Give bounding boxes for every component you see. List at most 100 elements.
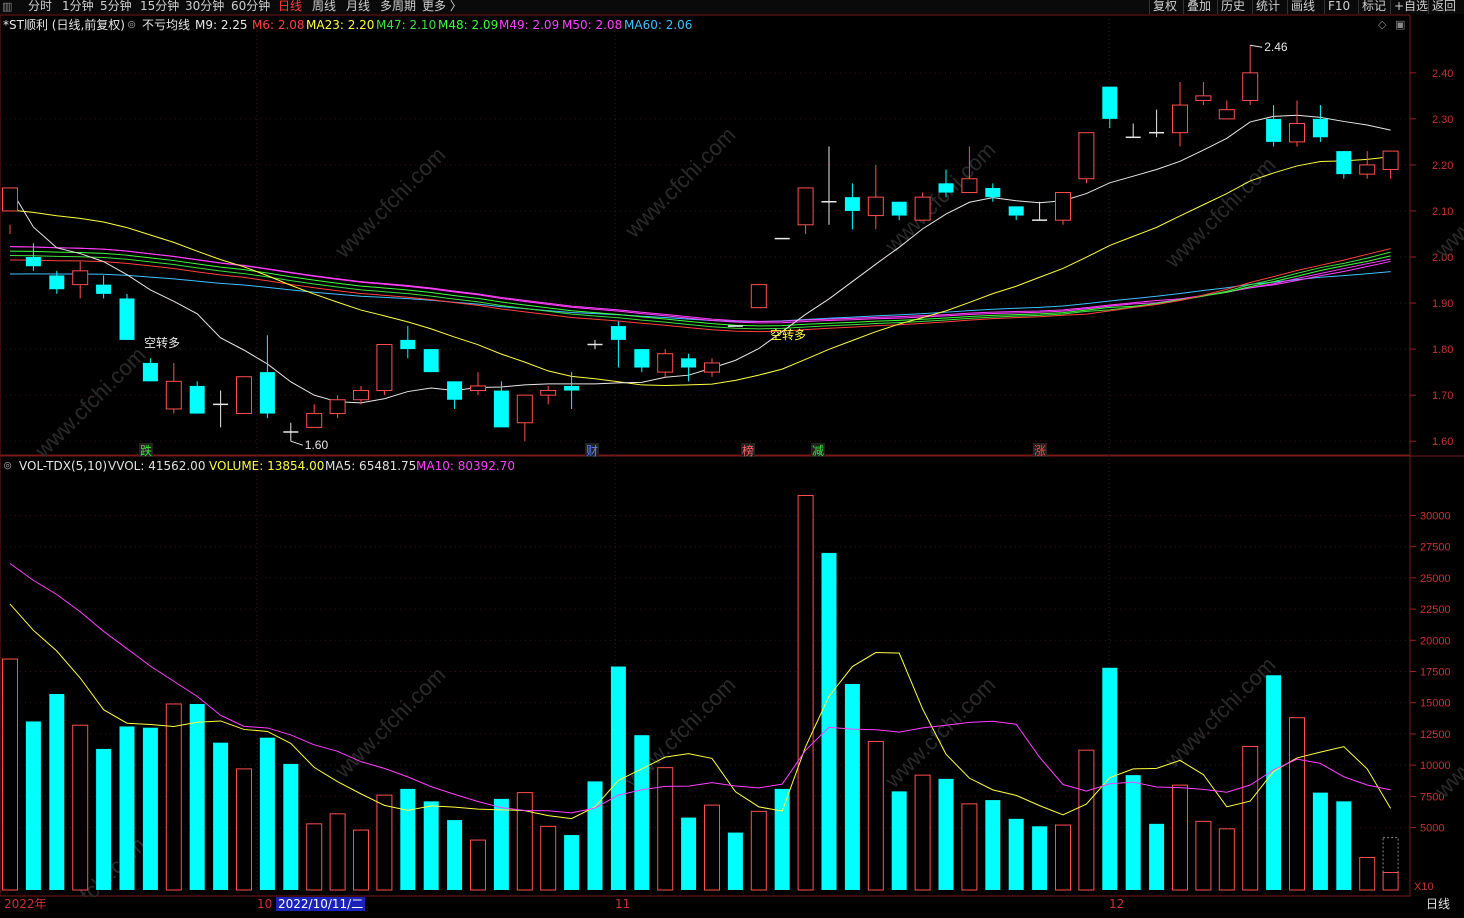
volume-bar-up xyxy=(540,825,557,891)
candle-up xyxy=(470,385,486,392)
volume-bar-up xyxy=(1195,820,1212,891)
volume-bar-down xyxy=(1008,818,1024,890)
volume-bar-down xyxy=(493,798,509,890)
candle-up xyxy=(797,187,814,226)
volume-bar-up xyxy=(704,804,720,891)
price-tick-label: 2.20 xyxy=(1432,160,1453,172)
candle-up xyxy=(353,390,369,401)
price-tick-label: 1.60 xyxy=(1432,436,1453,448)
candle-down xyxy=(1266,118,1282,142)
candle-up xyxy=(329,399,346,415)
volume-bar-down xyxy=(447,820,463,890)
volume-bar-down xyxy=(49,693,65,890)
candle-down xyxy=(938,183,954,193)
candle-up xyxy=(1382,150,1399,171)
volume-bar-up xyxy=(1055,824,1071,891)
candle-down xyxy=(891,201,907,216)
low-label: 1.60 xyxy=(305,438,329,452)
volume-bar-up xyxy=(329,813,346,891)
event-marker: 跌 xyxy=(140,443,152,458)
price-tick-label: 1.80 xyxy=(1432,344,1453,356)
volume-bar-down xyxy=(1149,823,1165,890)
candle-down xyxy=(493,390,509,428)
volume-bar-down xyxy=(213,742,229,890)
month-12-label: 12 xyxy=(1109,897,1125,911)
volume-bar-down xyxy=(727,832,743,890)
volume-bar-up xyxy=(867,740,884,891)
period-button[interactable]: 日线 xyxy=(1426,897,1450,912)
high-label: 2.46 xyxy=(1264,40,1288,54)
signal-label-1: 空转多 xyxy=(144,335,180,350)
candle-up xyxy=(306,413,323,428)
candle-up xyxy=(516,394,533,424)
event-marker: 榜 xyxy=(742,443,754,458)
candle-up xyxy=(2,187,18,212)
candle-up xyxy=(540,390,557,396)
candle-down xyxy=(844,197,860,211)
signal-label-2: 空转多 xyxy=(770,327,806,342)
candle-down xyxy=(25,257,41,267)
candle-down xyxy=(96,284,112,294)
candle-down xyxy=(119,298,135,340)
volume-bar-down xyxy=(25,721,41,890)
kline-chart[interactable]: 2.402.302.202.102.001.901.801.701.603000… xyxy=(0,0,1464,897)
candle-down xyxy=(1312,118,1328,138)
volume-tick-label: 5000 xyxy=(1420,823,1444,835)
candle-up xyxy=(704,362,720,373)
volume-bar-down xyxy=(1125,775,1141,890)
high-pointer xyxy=(1250,44,1263,48)
month-10-label: 10 xyxy=(257,897,273,911)
volume-bar-up xyxy=(306,823,323,891)
candle-down xyxy=(634,349,650,368)
candle-up xyxy=(236,376,252,415)
volume-bar-down xyxy=(844,684,860,890)
volume-bar-down xyxy=(821,552,837,890)
watermark-text: www.cfchi.com xyxy=(879,137,1000,258)
volume-tick-label: 27500 xyxy=(1420,542,1451,554)
volume-bar-up xyxy=(2,658,18,891)
volume-bar-up xyxy=(72,724,89,891)
volume-bar-down xyxy=(681,817,697,890)
watermark-text: www.cfchi.com xyxy=(29,342,150,463)
volume-bar-down xyxy=(891,791,907,890)
volume-bar-down xyxy=(1336,801,1352,890)
volume-bar-down xyxy=(564,835,580,890)
month-11-label: 11 xyxy=(615,897,631,911)
low-pointer xyxy=(290,440,303,446)
candle-down xyxy=(610,326,626,340)
volume-bar-up xyxy=(353,829,369,891)
candle-up xyxy=(376,343,393,392)
volume-bar-down xyxy=(634,735,650,890)
event-marker: 减 xyxy=(812,444,824,458)
date-cursor-label: 2022/10/11/二 xyxy=(276,897,366,911)
volume-bar-down xyxy=(1032,826,1048,890)
price-tick-label: 1.90 xyxy=(1432,298,1453,310)
watermark-text: www.cfchi.com xyxy=(1159,652,1280,773)
volume-bar-down xyxy=(283,763,299,890)
watermark-text: www.cfchi.com xyxy=(329,142,450,263)
volume-bar-up xyxy=(1382,872,1399,891)
volume-bar-up xyxy=(750,810,767,891)
candle-up xyxy=(1218,109,1235,120)
volume-bar-up xyxy=(376,794,393,891)
volume-bar-up xyxy=(1172,784,1188,891)
volume-bar-down xyxy=(938,778,954,890)
volume-bar-down xyxy=(119,726,135,890)
volume-tick-label: 25000 xyxy=(1420,573,1451,585)
event-marker: 财 xyxy=(586,444,598,458)
volume-bar-down xyxy=(400,788,416,890)
volume-bar-up xyxy=(516,792,533,891)
volume-tick-label: 22500 xyxy=(1420,604,1451,616)
price-tick-label: 1.70 xyxy=(1432,390,1453,402)
candle-down xyxy=(985,187,1001,198)
candle-down xyxy=(423,349,439,373)
candle-down xyxy=(142,362,158,382)
volume-bar-down xyxy=(587,781,603,890)
ma60-line xyxy=(9,271,1391,323)
candle-down xyxy=(400,339,416,350)
volume-unit-label: X10 xyxy=(1414,881,1434,893)
volume-bar-up xyxy=(1242,745,1259,891)
candle-up xyxy=(1172,104,1188,134)
candle-down xyxy=(189,385,205,414)
candle-up xyxy=(1195,95,1212,101)
